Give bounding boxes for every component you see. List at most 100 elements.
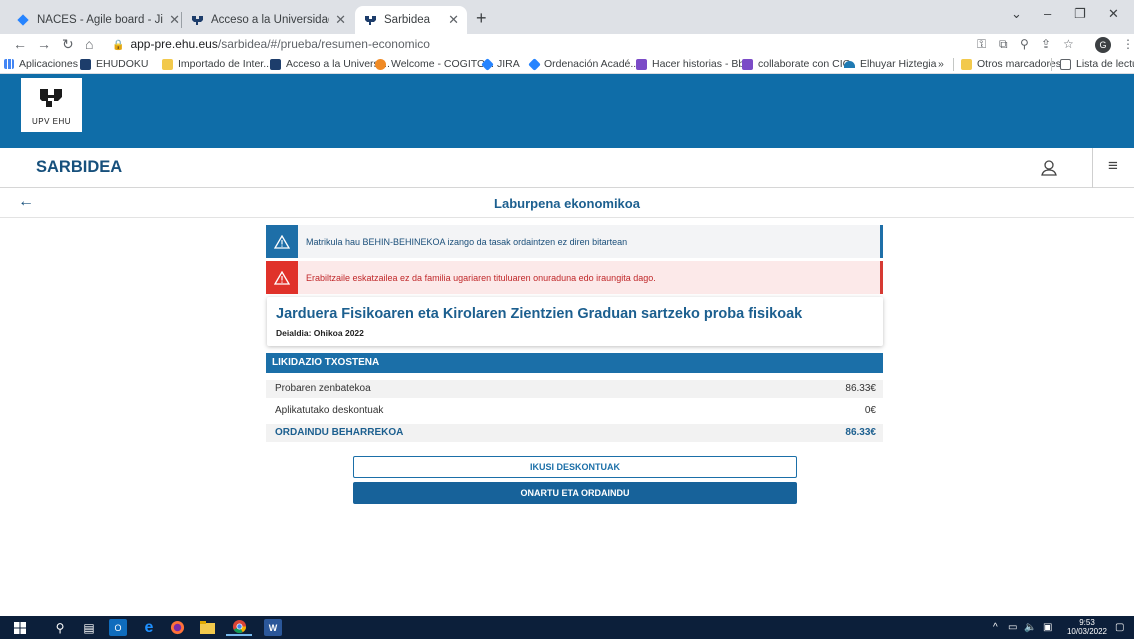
internet-explorer-icon[interactable]: e xyxy=(140,619,158,636)
minimize-icon[interactable]: – xyxy=(1044,6,1051,21)
windows-start-icon[interactable] xyxy=(12,619,28,636)
notifications-icon[interactable]: ▢ xyxy=(1115,616,1124,639)
tab-search-icon[interactable]: ⌄ xyxy=(1011,6,1022,22)
folder-icon xyxy=(961,58,972,70)
network-icon[interactable]: ▭ xyxy=(1008,616,1017,639)
bookmark-ehudoku[interactable]: EHUDOKU xyxy=(80,55,149,73)
close-tab-icon[interactable]: ✕ xyxy=(169,12,180,28)
more-bookmarks-chevron[interactable]: » xyxy=(938,55,944,73)
bookmark-ordenacion[interactable]: Ordenación Acadé... xyxy=(528,55,639,73)
user-icon[interactable] xyxy=(1039,158,1059,178)
bookmarks-bar: Aplicaciones EHUDOKU Importado de Inter.… xyxy=(0,55,1134,74)
search-icon[interactable]: ⚲ xyxy=(52,619,68,636)
language-icon[interactable]: ▣ xyxy=(1043,616,1052,639)
upv-ehu-icon xyxy=(363,13,377,27)
error-alert: Erabiltzaile eskatzailea ez da familia u… xyxy=(266,261,883,294)
zoom-icon[interactable]: ⚲ xyxy=(1020,34,1029,55)
browser-tab-strip: NACES - Agile board - Jira ✕ Acceso a la… xyxy=(0,0,1134,34)
divider xyxy=(1092,148,1093,188)
volume-icon[interactable]: 🔈 xyxy=(1024,616,1036,639)
close-tab-icon[interactable]: ✕ xyxy=(335,12,346,28)
key-icon[interactable]: ⚿ xyxy=(977,34,986,55)
task-view-icon[interactable]: ▤ xyxy=(81,619,97,636)
row-value: 86.33€ xyxy=(845,383,876,394)
total-label: ORDAINDU BEHARREKOA xyxy=(275,427,404,438)
header-banner xyxy=(0,74,1134,148)
upv-ehu-icon xyxy=(190,13,204,27)
course-title: Jarduera Fisikoaren eta Kirolaren Zientz… xyxy=(276,306,803,322)
hamburger-menu-icon[interactable]: ≡ xyxy=(1100,156,1126,176)
tab-jira[interactable]: NACES - Agile board - Jira ✕ xyxy=(8,6,188,34)
course-call: Deialdia: Ohikoa 2022 xyxy=(276,328,364,338)
url-path: /sarbidea/#/prueba/resumen-economico xyxy=(217,37,430,51)
close-tab-icon[interactable]: ✕ xyxy=(448,12,459,28)
share-icon[interactable]: ⇪ xyxy=(1041,34,1051,55)
apps-grid-icon xyxy=(4,59,14,69)
windows-taskbar: ⚲ ▤ O e W ^ ▭ 🔈 ▣ 9:53 10/03/2022 ▢ xyxy=(0,616,1134,639)
bookmark-elhuyar[interactable]: Elhuyar Hiztegia xyxy=(844,55,936,73)
file-explorer-icon[interactable] xyxy=(198,619,216,636)
lock-icon: 🔒 xyxy=(112,40,125,51)
clock-date: 10/03/2022 xyxy=(1066,627,1108,636)
home-icon[interactable]: ⌂ xyxy=(85,34,93,55)
view-discounts-button[interactable]: IKUSI DESKONTUAK xyxy=(353,456,797,478)
reading-list-icon xyxy=(1060,58,1071,70)
warning-triangle-icon xyxy=(266,225,298,258)
page-title: Laburpena ekonomikoa xyxy=(494,196,640,211)
logo-text: UPV EHU xyxy=(31,117,72,126)
kebab-menu-icon[interactable]: ⋮ xyxy=(1122,34,1134,55)
bookmark-hacer-historias[interactable]: Hacer historias - Bb... xyxy=(636,55,753,73)
total-value: 86.33€ xyxy=(845,427,876,438)
bookmark-collaborate[interactable]: collaborate con CIG xyxy=(742,55,851,73)
bookmark-jira[interactable]: JIRA xyxy=(481,55,520,73)
install-app-icon[interactable]: ⧉ xyxy=(999,34,1008,55)
bookmark-reading-list[interactable]: Lista de lectura xyxy=(1060,55,1134,73)
close-window-icon[interactable]: ✕ xyxy=(1108,6,1119,22)
star-bookmark-icon[interactable]: ☆ xyxy=(1063,34,1074,55)
taskbar-clock[interactable]: 9:53 10/03/2022 xyxy=(1063,618,1111,636)
settlement-header: LIKIDAZIO TXOSTENA xyxy=(266,353,883,373)
cogito-icon xyxy=(375,58,386,70)
bookmark-importado[interactable]: Importado de Inter... xyxy=(162,55,272,73)
table-row: Probaren zenbatekoa 86.33€ xyxy=(266,380,883,398)
app-title[interactable]: SARBIDEA xyxy=(36,158,122,177)
table-row: Aplikatutako deskontuak 0€ xyxy=(266,402,883,420)
info-alert: Matrikula hau BEHIN-BEHINEKOA izango da … xyxy=(266,225,883,258)
row-label: Aplikatutako deskontuak xyxy=(275,405,384,416)
show-hidden-icons-icon[interactable]: ^ xyxy=(993,616,998,639)
total-row: ORDAINDU BEHARREKOA 86.33€ xyxy=(266,424,883,442)
forward-arrow-icon[interactable]: → xyxy=(37,34,51,55)
browser-toolbar: ← → ↻ ⌂ 🔒 app-pre.ehu.eus/sarbidea/#/prue… xyxy=(0,34,1134,55)
outlook-icon[interactable]: O xyxy=(109,619,127,636)
restore-icon[interactable]: ❐ xyxy=(1074,6,1086,22)
back-arrow-icon[interactable]: ← xyxy=(13,34,27,55)
row-label: Probaren zenbatekoa xyxy=(275,383,371,394)
upv-ehu-logo[interactable]: UPV EHU xyxy=(21,78,82,132)
tab-sarbidea[interactable]: Sarbidea ✕ xyxy=(355,6,467,34)
jira-icon xyxy=(16,13,30,27)
profile-avatar[interactable]: G xyxy=(1095,37,1111,53)
tab-acceso-universidad[interactable]: Acceso a la Universidad - UPV/EH ✕ xyxy=(182,6,354,34)
bookmark-separator xyxy=(1051,58,1052,71)
upv-ehu-icon xyxy=(80,58,91,70)
reload-icon[interactable]: ↻ xyxy=(62,34,74,55)
upv-ehu-logo-mark-icon xyxy=(40,89,62,107)
jira-icon xyxy=(528,57,541,71)
chrome-icon[interactable] xyxy=(226,619,252,636)
bookmark-cogito[interactable]: Welcome - COGITO... xyxy=(375,55,494,73)
word-icon[interactable]: W xyxy=(264,619,282,636)
clock-time: 9:53 xyxy=(1079,618,1095,627)
url-host: app-pre.ehu.eus xyxy=(130,37,218,51)
bookmark-aplicaciones[interactable]: Aplicaciones xyxy=(4,55,78,73)
tab-title: Sarbidea xyxy=(384,14,431,26)
course-card: Jarduera Fisikoaren eta Kirolaren Zientz… xyxy=(267,297,883,346)
folder-icon xyxy=(162,58,173,70)
firefox-icon[interactable] xyxy=(168,619,186,636)
new-tab-icon[interactable]: + xyxy=(476,8,487,29)
tab-title: NACES - Agile board - Jira xyxy=(37,14,164,26)
bookmark-acceso-universidad[interactable]: Acceso a la Universi... xyxy=(270,55,390,73)
accept-and-pay-button[interactable]: ONARTU ETA ORDAINDU xyxy=(353,482,797,504)
bookmark-otros-marcadores[interactable]: Otros marcadores xyxy=(961,55,1061,73)
address-bar[interactable]: 🔒 app-pre.ehu.eus/sarbidea/#/prueba/resum… xyxy=(112,35,430,54)
tab-title: Acceso a la Universidad - UPV/EH xyxy=(211,14,330,26)
